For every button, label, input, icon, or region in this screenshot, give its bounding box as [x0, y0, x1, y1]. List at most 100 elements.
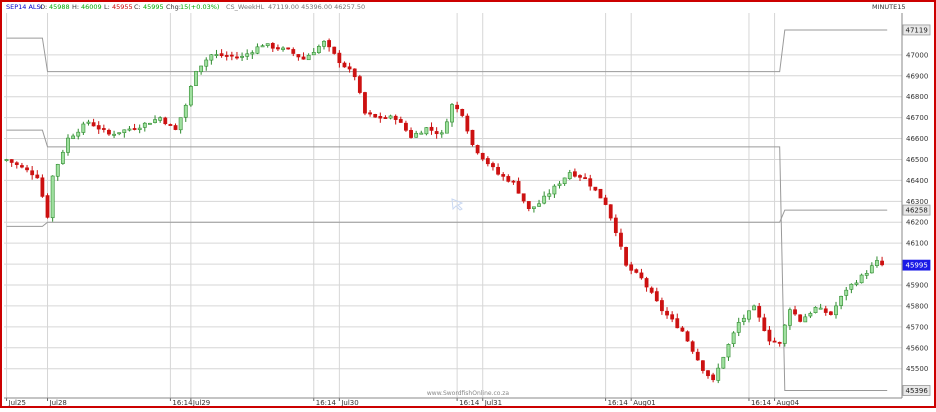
close-value: 45995 [143, 3, 164, 11]
candle-body [245, 53, 250, 57]
candle-body [670, 314, 675, 320]
candle-body [869, 265, 874, 274]
candle-body [588, 178, 593, 187]
candle-body [808, 313, 813, 317]
candle-body [9, 159, 14, 163]
candle-body [619, 232, 623, 247]
x-tick-label: Jul28 [49, 399, 67, 407]
candle-body [214, 54, 219, 56]
candle-body [480, 152, 485, 160]
candle-body [511, 180, 516, 183]
candle-body [767, 329, 772, 342]
candlestick-chart: 4550045600457004580045900460004610046200… [0, 0, 936, 408]
candle-body [81, 123, 86, 133]
candle-body [859, 274, 864, 284]
price-tag-label: 47119 [906, 26, 928, 34]
timeframe-label: MINUTE15 [872, 3, 906, 11]
candle-body [347, 66, 352, 70]
candle-body [572, 171, 577, 177]
candle-body [711, 374, 716, 381]
candle-body [96, 125, 101, 130]
candle-body [537, 203, 541, 207]
candle-body [373, 114, 378, 118]
candle-body [634, 269, 639, 273]
candle-body [363, 92, 367, 114]
candle-body [782, 324, 787, 344]
candle-body [726, 344, 731, 358]
candle-body [542, 195, 547, 204]
candle-body [383, 117, 388, 119]
close-label: C: [134, 3, 141, 11]
candle-body [132, 128, 137, 130]
candle-body [199, 65, 204, 73]
price-tag-label: 46258 [906, 207, 928, 215]
candle-body [209, 54, 214, 61]
price-tag-label: 45396 [906, 387, 929, 395]
candle-body [491, 163, 495, 168]
y-tick-label: 46700 [906, 114, 928, 122]
candle-body [547, 193, 552, 197]
candle-body [839, 295, 844, 306]
x-tick-label: 16:14 [751, 399, 772, 407]
candle-body [286, 47, 291, 50]
candle-body [117, 132, 122, 135]
candle-body [813, 307, 818, 314]
candle-body [148, 122, 152, 125]
candle-body [793, 309, 797, 315]
candle-body [409, 129, 413, 138]
candle-body [706, 370, 710, 377]
candle-body [818, 307, 823, 310]
low-label: L: [104, 3, 110, 11]
candle-body [91, 122, 96, 127]
candle-body [485, 158, 490, 165]
candle-body [311, 52, 316, 56]
candle-body [378, 116, 383, 119]
candle-body [194, 71, 198, 86]
candle-body [86, 121, 91, 124]
plot-background [0, 0, 936, 408]
x-tick-label: Jul29 [192, 399, 210, 407]
x-tick-label: Aug01 [633, 399, 656, 407]
candle-body [327, 40, 332, 48]
candle-body [107, 129, 111, 135]
candle-body [444, 121, 449, 134]
candle-body [654, 291, 659, 302]
candle-body [322, 40, 326, 47]
candle-body [439, 132, 444, 135]
y-tick-label: 45800 [906, 302, 928, 310]
candle-body [798, 314, 803, 322]
indicator-name: CS_WeekHL [226, 3, 265, 11]
candle-body [665, 310, 669, 316]
candle-body [255, 46, 260, 54]
candle-body [501, 174, 506, 177]
y-tick-label: 46400 [906, 177, 928, 185]
x-tick-label: Aug04 [777, 399, 800, 407]
low-value: 45955 [112, 3, 133, 11]
candle-body [741, 317, 746, 322]
candle-body [880, 260, 884, 266]
instrument-label: SEP14 ALSI [6, 3, 43, 11]
candle-body [71, 135, 76, 139]
candle-body [183, 104, 188, 118]
candle-body [828, 311, 833, 315]
candle-body [306, 54, 311, 61]
y-tick-label: 45900 [906, 282, 928, 290]
x-tick-label: Jul25 [8, 399, 26, 407]
y-tick-label: 46800 [906, 93, 928, 101]
candle-body [526, 201, 531, 209]
candle-body [388, 115, 393, 119]
open-value: 45988 [49, 3, 70, 11]
candle-body [470, 129, 475, 145]
candle-body [875, 260, 879, 266]
candle-body [368, 112, 372, 115]
price-tag-label: 45995 [906, 262, 928, 270]
candle-body [301, 56, 306, 60]
high-label: H: [72, 3, 79, 11]
candle-body [50, 175, 55, 219]
candle-body [762, 317, 767, 332]
candle-body [690, 341, 695, 352]
candle-body [849, 283, 854, 290]
candle-body [281, 47, 285, 50]
candle-body [204, 59, 209, 67]
candle-body [757, 306, 762, 318]
